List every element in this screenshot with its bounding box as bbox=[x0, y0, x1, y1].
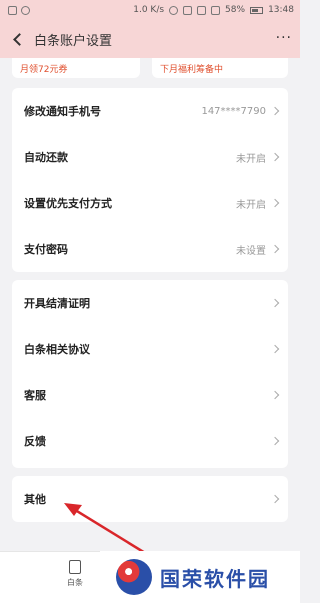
chevron-right-icon bbox=[270, 436, 280, 446]
tab-baitiao[interactable]: 白条 bbox=[50, 560, 100, 600]
setting-label: 反馈 bbox=[24, 435, 46, 448]
clock: 13:48 bbox=[268, 5, 294, 15]
setting-label: 支付密码 bbox=[24, 243, 68, 256]
chevron-right-icon bbox=[270, 198, 280, 208]
status-bar-left-icons bbox=[8, 5, 30, 15]
chevron-right-icon bbox=[270, 494, 280, 504]
setting-value: 147****7790 bbox=[201, 105, 266, 117]
setting-label: 修改通知手机号 bbox=[24, 105, 101, 118]
settings-group-other: 其他 bbox=[12, 476, 288, 522]
setting-value: 未开启 bbox=[236, 153, 266, 165]
setting-row-feedback[interactable]: 反馈 bbox=[12, 418, 288, 464]
setting-row-agreements[interactable]: 白条相关协议 bbox=[12, 326, 288, 372]
watermark-text: 国荣软件园 bbox=[160, 566, 270, 591]
promo-benefit-card[interactable]: 下月福利筹备中 bbox=[152, 58, 288, 78]
signal-icon bbox=[211, 5, 221, 15]
chevron-right-icon bbox=[270, 344, 280, 354]
alarm-icon bbox=[169, 5, 179, 15]
watermark: 国荣软件园 bbox=[100, 551, 300, 603]
page-title: 白条账户设置 bbox=[34, 33, 113, 49]
chevron-right-icon bbox=[270, 244, 280, 254]
setting-label: 自动还款 bbox=[24, 151, 68, 164]
promo-strip: 月领72元券 下月福利筹备中 bbox=[0, 58, 300, 80]
setting-value: 未设置 bbox=[236, 245, 266, 257]
setting-label: 客服 bbox=[24, 389, 46, 402]
baitiao-tab-icon bbox=[69, 560, 81, 574]
app-icon bbox=[21, 5, 30, 15]
wifi-icon bbox=[197, 5, 207, 15]
battery-percent: 58% bbox=[225, 5, 246, 15]
notification-icon bbox=[8, 5, 17, 15]
setting-label: 其他 bbox=[24, 493, 46, 506]
setting-row-customer-service[interactable]: 客服 bbox=[12, 372, 288, 418]
status-bar-right: 1.0 K/s 58% 13:48 bbox=[133, 5, 294, 15]
back-arrow-icon bbox=[12, 32, 26, 46]
more-button[interactable]: ··· bbox=[276, 30, 292, 46]
setting-row-phone[interactable]: 修改通知手机号 147****7790 bbox=[12, 88, 288, 134]
setting-row-other[interactable]: 其他 bbox=[12, 476, 288, 522]
setting-label: 开具结清证明 bbox=[24, 297, 90, 310]
globe-logo-icon bbox=[116, 559, 152, 595]
chevron-right-icon bbox=[270, 390, 280, 400]
chevron-right-icon bbox=[270, 152, 280, 162]
settings-group-account: 修改通知手机号 147****7790 自动还款 未开启 设置优先支付方式 未开… bbox=[12, 88, 288, 272]
status-bar: 1.0 K/s 58% 13:48 bbox=[0, 0, 300, 20]
nav-bar: 白条账户设置 ··· bbox=[0, 20, 300, 58]
promo-coupon-card[interactable]: 月领72元券 bbox=[12, 58, 140, 78]
settings-group-services: 开具结清证明 白条相关协议 客服 反馈 bbox=[12, 280, 288, 468]
setting-row-payment-password[interactable]: 支付密码 未设置 bbox=[12, 226, 288, 272]
sim-icon bbox=[183, 5, 193, 15]
network-speed: 1.0 K/s bbox=[133, 5, 165, 15]
setting-label: 设置优先支付方式 bbox=[24, 197, 112, 210]
setting-value: 未开启 bbox=[236, 199, 266, 211]
setting-row-auto-repay[interactable]: 自动还款 未开启 bbox=[12, 134, 288, 180]
setting-row-settlement-certificate[interactable]: 开具结清证明 bbox=[12, 280, 288, 326]
battery-icon bbox=[250, 6, 264, 14]
chevron-right-icon bbox=[270, 106, 280, 116]
tab-label: 白条 bbox=[67, 578, 83, 587]
setting-row-priority-payment[interactable]: 设置优先支付方式 未开启 bbox=[12, 180, 288, 226]
back-button[interactable] bbox=[0, 20, 34, 58]
chevron-right-icon bbox=[270, 298, 280, 308]
setting-label: 白条相关协议 bbox=[24, 343, 90, 356]
